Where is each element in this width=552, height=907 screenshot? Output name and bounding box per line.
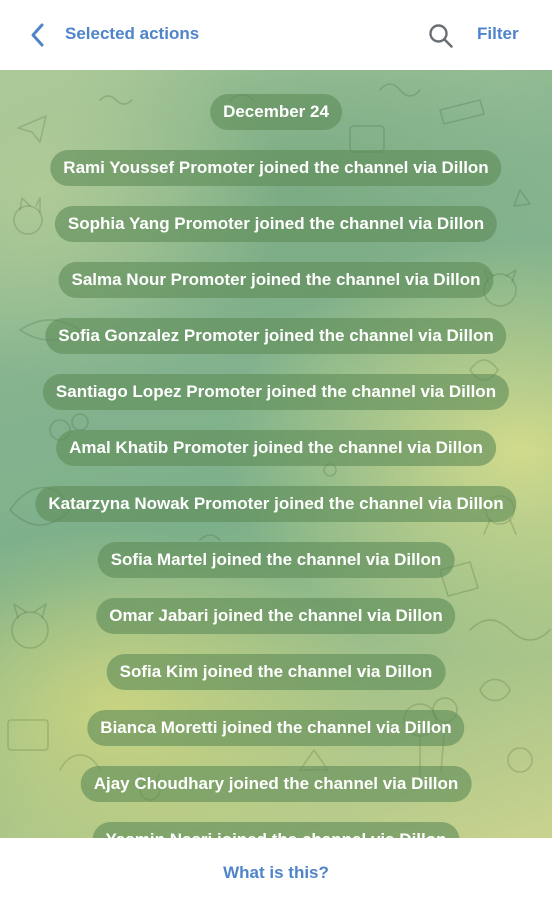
chat-background: December 24 Rami Youssef Promoter joined… — [0, 70, 552, 838]
service-message: Amal Khatib Promoter joined the channel … — [56, 430, 496, 466]
service-message: Omar Jabari joined the channel via Dillo… — [96, 598, 456, 634]
chevron-left-icon — [31, 23, 44, 47]
service-message: Katarzyna Nowak Promoter joined the chan… — [35, 486, 517, 522]
service-message: Rami Youssef Promoter joined the channel… — [50, 150, 502, 186]
service-message: Ajay Choudhary joined the channel via Di… — [80, 766, 472, 802]
service-message: Sofia Martel joined the channel via Dill… — [97, 542, 455, 578]
service-message: Salma Nour Promoter joined the channel v… — [58, 262, 494, 298]
page-title: Selected actions — [65, 24, 200, 43]
date-badge: December 24 — [210, 94, 342, 130]
what-is-this-link[interactable]: What is this? — [223, 863, 329, 883]
search-button[interactable] — [425, 20, 457, 52]
service-message: Yasmin Nasri joined the channel via Dill… — [92, 822, 460, 838]
service-message: Bianca Moretti joined the channel via Di… — [87, 710, 465, 746]
service-message: Sofia Kim joined the channel via Dillon — [106, 654, 446, 690]
service-message: Sophia Yang Promoter joined the channel … — [54, 206, 498, 242]
bottom-bar: What is this? — [0, 838, 552, 907]
back-button[interactable] — [22, 20, 52, 50]
search-icon — [429, 24, 453, 48]
service-message: Sofia Gonzalez Promoter joined the chann… — [45, 318, 507, 354]
service-message: Santiago Lopez Promoter joined the chann… — [42, 374, 510, 410]
filter-button[interactable]: Filter — [477, 24, 519, 44]
top-bar: Selected actions Filter — [0, 0, 552, 70]
